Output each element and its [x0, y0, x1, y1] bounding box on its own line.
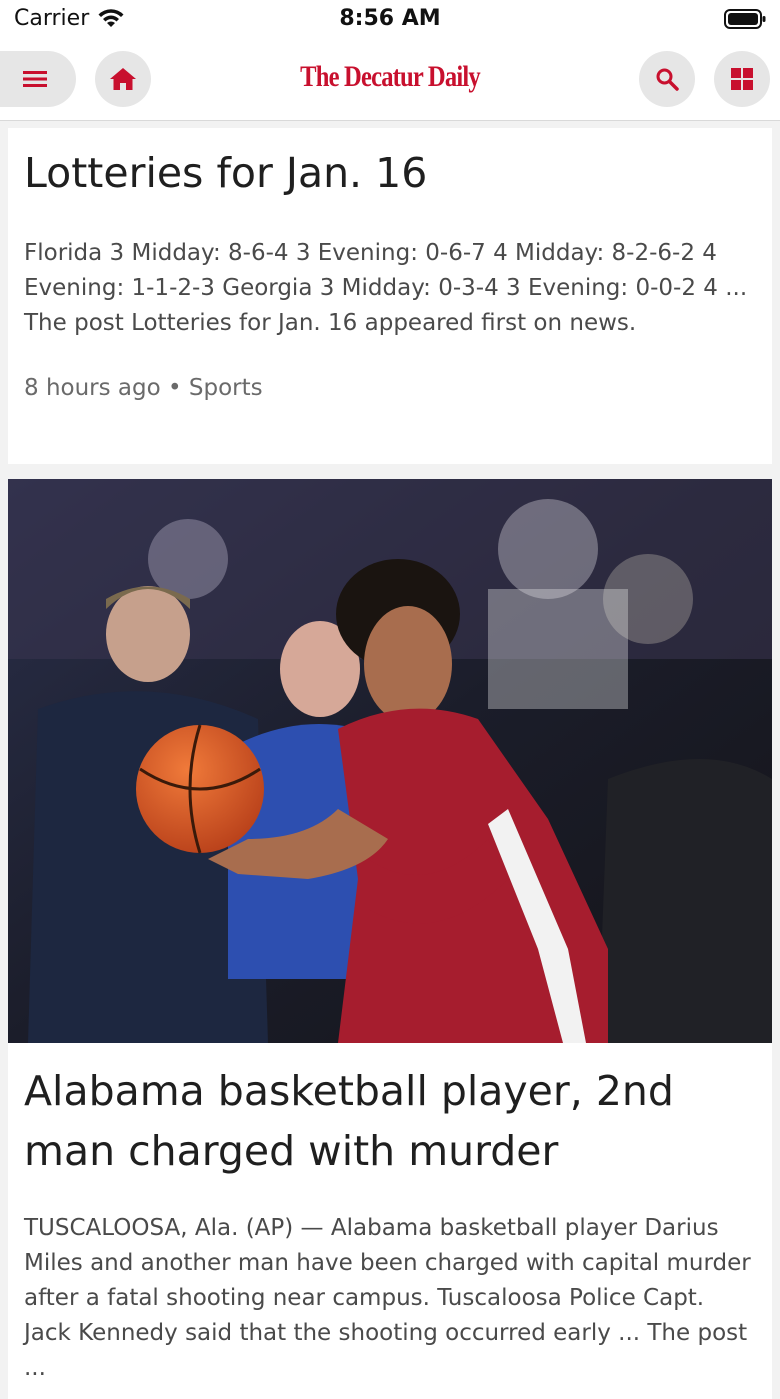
article-category[interactable]: Sports — [189, 375, 263, 401]
meta-separator: • — [168, 375, 182, 401]
article-image[interactable] — [8, 479, 772, 1043]
article-headline[interactable]: Lotteries for Jan. 16 — [8, 128, 772, 200]
app-logo[interactable]: The Decatur Daily — [70, 60, 710, 94]
battery-icon — [724, 9, 766, 29]
menu-icon — [23, 71, 47, 87]
sections-grid-button[interactable] — [714, 51, 770, 107]
article-card[interactable]: Alabama basketball player, 2nd man charg… — [8, 479, 772, 1399]
article-meta: 8 hours ago • Sports — [8, 375, 772, 401]
article-card[interactable]: Lotteries for Jan. 16 Florida 3 Midday: … — [8, 128, 772, 464]
status-time: 8:56 AM — [339, 6, 441, 31]
menu-button[interactable] — [0, 51, 76, 107]
search-icon — [656, 68, 679, 91]
grid-icon — [731, 68, 753, 90]
article-summary: TUSCALOOSA, Ala. (AP) — Alabama basketba… — [24, 1215, 751, 1381]
search-button[interactable] — [639, 51, 695, 107]
article-headline[interactable]: Alabama basketball player, 2nd man charg… — [8, 1043, 772, 1181]
article-time: 8 hours ago — [24, 375, 161, 401]
status-bar: Carrier 8:56 AM — [0, 0, 780, 40]
article-summary: Florida 3 Midday: 8-6-4 3 Evening: 0-6-7… — [24, 240, 748, 336]
top-nav-bar: The Decatur Daily — [0, 40, 780, 121]
